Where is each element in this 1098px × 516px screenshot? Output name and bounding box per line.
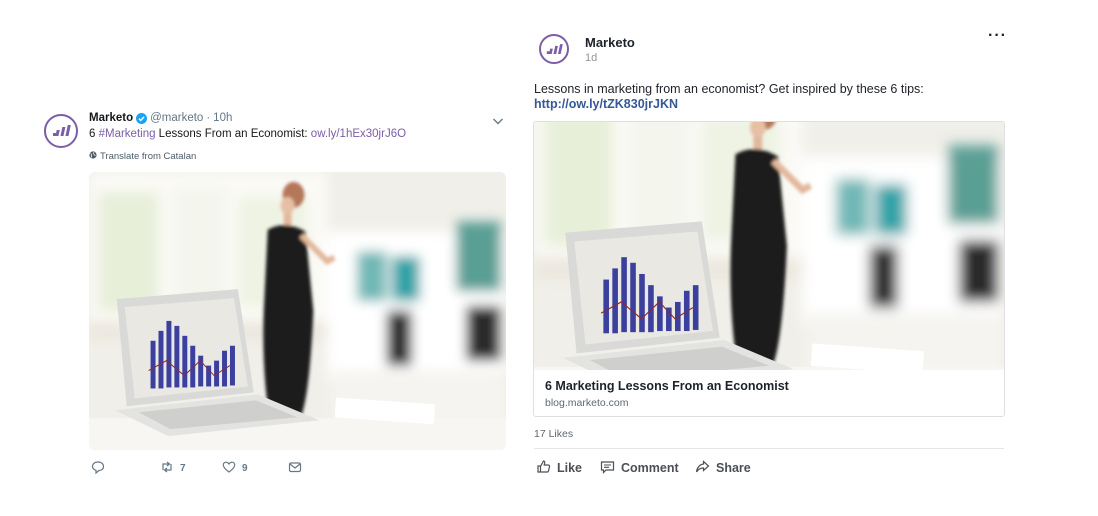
chevron-down-icon[interactable] — [492, 113, 504, 125]
post-timestamp[interactable]: 1d — [585, 52, 597, 64]
translate-link[interactable]: Translate from Catalan — [89, 151, 196, 162]
link-preview-card[interactable]: 6 Marketing Lessons From an Economist bl… — [533, 121, 1005, 417]
comment-icon — [600, 459, 615, 477]
tweet-author-name[interactable]: Marketo — [89, 112, 133, 124]
like-button[interactable]: Like — [536, 459, 582, 477]
post-link[interactable]: http://ow.ly/tZK830jrJKN — [534, 97, 678, 111]
share-icon — [695, 459, 710, 477]
heart-icon — [222, 460, 236, 477]
retweet-count: 7 — [180, 463, 186, 474]
reply-button[interactable] — [91, 460, 105, 477]
more-options-icon[interactable]: ··· — [988, 27, 1007, 45]
link-preview-image[interactable] — [534, 122, 1004, 370]
share-label: Share — [716, 461, 751, 475]
envelope-icon — [288, 460, 302, 477]
tweet-photo[interactable] — [89, 172, 506, 450]
tweet-separator: · — [206, 112, 211, 124]
globe-icon — [89, 151, 97, 162]
link-preview-title[interactable]: 6 Marketing Lessons From an Economist — [545, 379, 789, 393]
comment-button[interactable]: Comment — [600, 459, 679, 477]
tweet-hashtag[interactable]: #Marketing — [99, 128, 156, 140]
thumbs-up-icon — [536, 459, 551, 477]
tweet-text: 6 #Marketing Lessons From an Economist: … — [89, 128, 406, 140]
like-button[interactable]: 9 — [222, 460, 248, 477]
tweet-text-middle: Lessons From an Economist: — [155, 128, 311, 140]
divider — [534, 448, 1004, 449]
tweet-header: Marketo @marketo · 10h — [89, 112, 232, 124]
tweet-text-prefix: 6 — [89, 128, 99, 140]
direct-message-button[interactable] — [288, 460, 302, 477]
marketo-logo-icon[interactable] — [44, 114, 78, 148]
link-preview-domain: blog.marketo.com — [545, 397, 629, 409]
like-label: Like — [557, 461, 583, 475]
comment-label: Comment — [621, 461, 679, 475]
share-button[interactable]: Share — [695, 459, 751, 477]
tweet-link[interactable]: ow.ly/1hEx30jrJ6O — [311, 128, 406, 140]
translate-label: Translate from Catalan — [100, 151, 197, 162]
retweet-icon — [160, 460, 174, 477]
tweet-timestamp[interactable]: 10h — [213, 112, 232, 124]
verified-badge-icon — [136, 112, 148, 124]
retweet-button[interactable]: 7 — [160, 460, 186, 477]
post-author-name[interactable]: Marketo — [585, 35, 635, 50]
reply-icon — [91, 460, 105, 477]
post-text: Lessons in marketing from an economist? … — [534, 82, 924, 96]
likes-count[interactable]: 17 Likes — [534, 428, 573, 440]
marketo-logo-icon[interactable] — [539, 34, 569, 64]
like-count: 9 — [242, 463, 248, 474]
tweet-author-handle[interactable]: @marketo — [150, 112, 203, 124]
